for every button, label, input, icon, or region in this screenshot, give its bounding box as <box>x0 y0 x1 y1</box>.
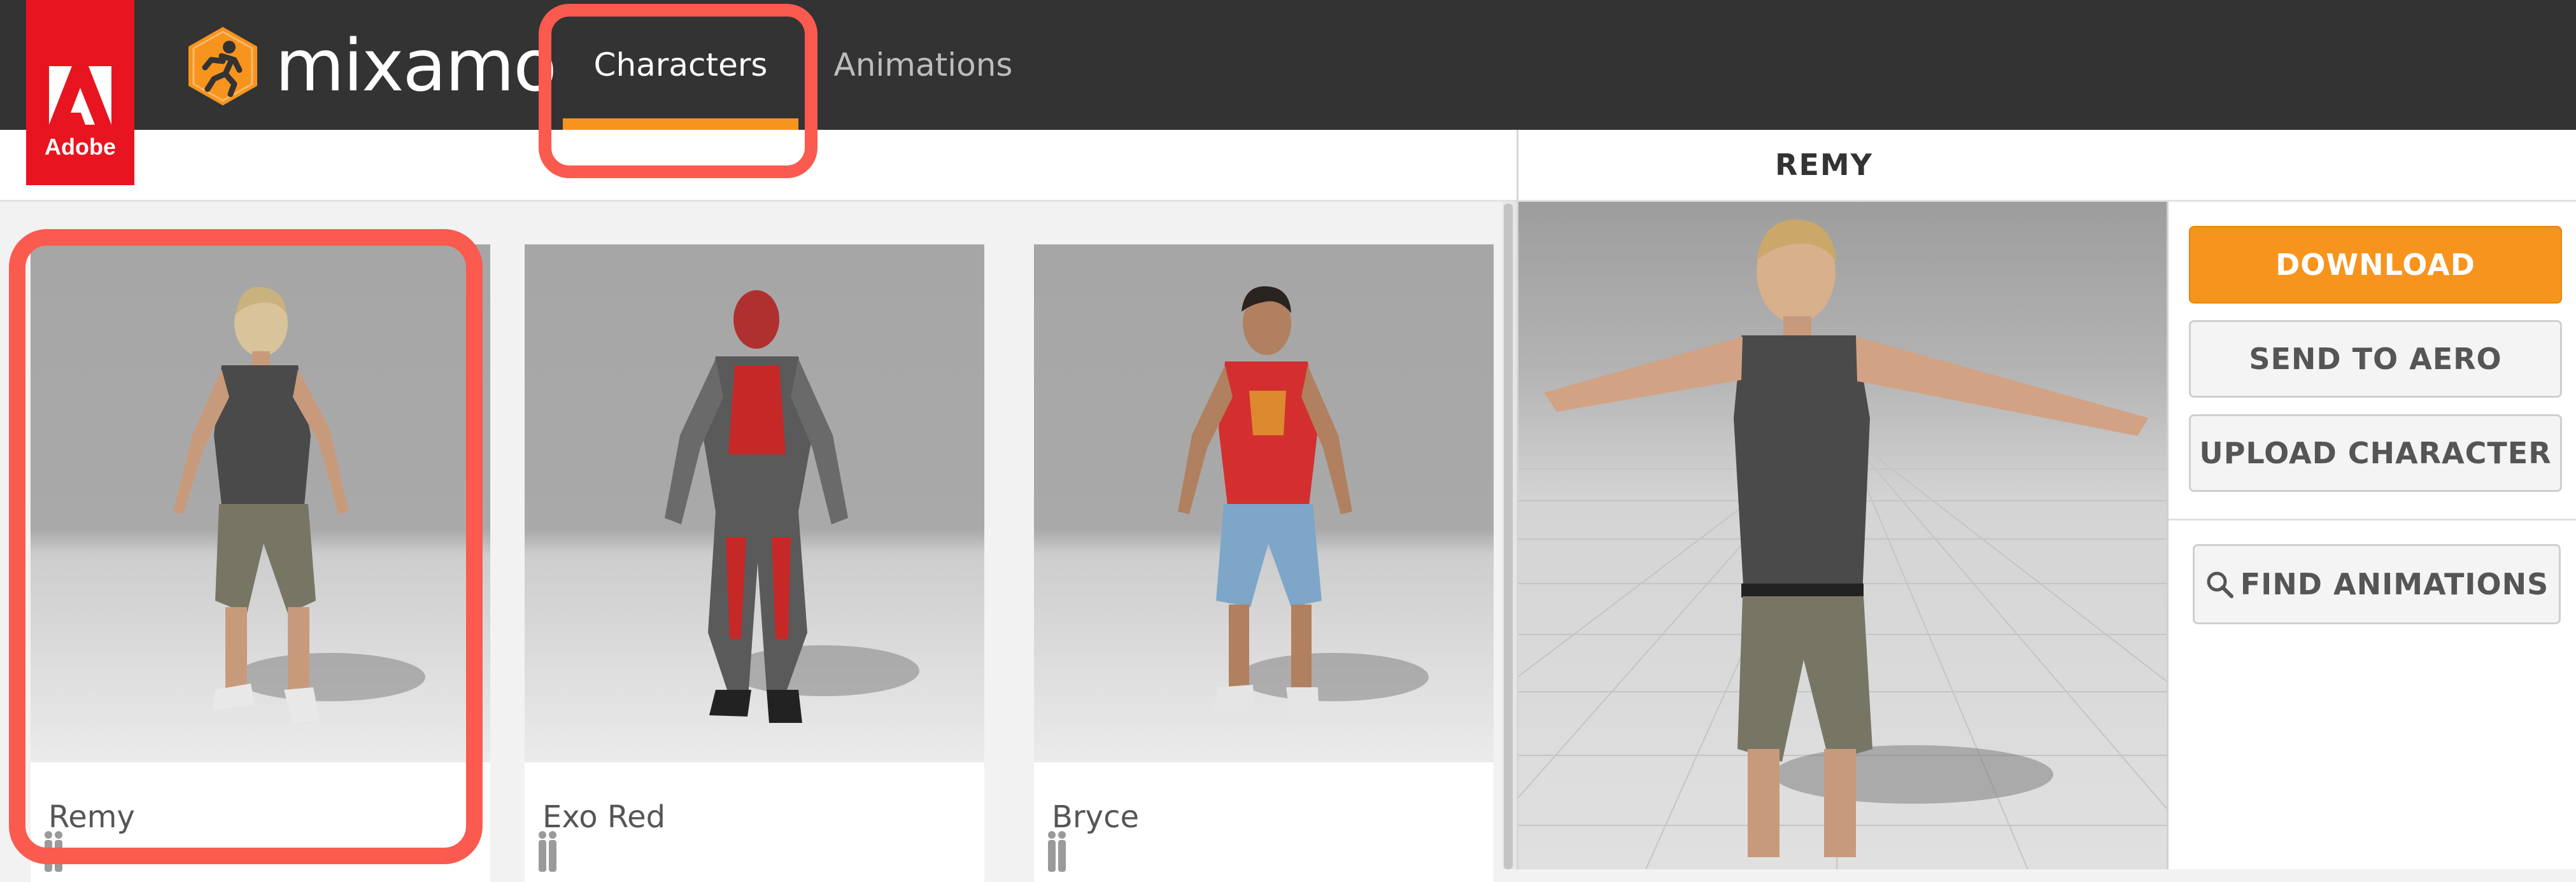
exo-red-figure <box>665 290 919 723</box>
actions-panel: DOWNLOAD SEND TO AERO UPLOAD CHARACTER F… <box>2169 202 2576 869</box>
download-button[interactable]: DOWNLOAD <box>2189 226 2562 304</box>
character-thumbnail <box>525 244 984 762</box>
send-to-aero-button[interactable]: SEND TO AERO <box>2189 320 2562 398</box>
viewport-scene <box>1518 219 2167 869</box>
selected-character-name: REMY <box>1775 148 1873 182</box>
adobe-a-icon <box>49 66 111 125</box>
bryce-figure <box>1178 286 1429 722</box>
character-card-label: Exo Red <box>542 799 666 835</box>
character-card-bryce[interactable]: Bryce <box>1034 244 1494 882</box>
highlight-characters-tab <box>539 4 817 178</box>
adobe-logo[interactable]: Adobe <box>26 0 134 185</box>
sub-header-bar <box>0 130 2576 202</box>
mixamo-wordmark: mixamo <box>275 25 557 108</box>
find-animations-label: FIND ANIMATIONS <box>2240 567 2549 601</box>
character-card-label: Bryce <box>1052 799 1139 835</box>
tab-animations-label: Animations <box>833 46 1013 83</box>
search-icon <box>2207 571 2233 598</box>
character-card-exo-red[interactable]: Exo Red <box>525 244 984 882</box>
grid-scrollbar-thumb[interactable] <box>1504 204 1513 869</box>
mixamo-logo[interactable]: mixamo <box>183 23 557 109</box>
actions-separator <box>2169 519 2576 521</box>
find-animations-button[interactable]: FIND ANIMATIONS <box>2193 544 2561 624</box>
tab-animations[interactable]: Animations <box>821 0 1025 130</box>
upload-character-button[interactable]: UPLOAD CHARACTER <box>2189 414 2562 492</box>
highlight-remy-card <box>9 229 483 864</box>
character-3d-viewport[interactable] <box>1518 202 2167 869</box>
mixamo-runner-logo-icon <box>186 24 260 109</box>
adobe-wordmark: Adobe <box>45 134 116 160</box>
character-thumbnail <box>1034 244 1494 762</box>
